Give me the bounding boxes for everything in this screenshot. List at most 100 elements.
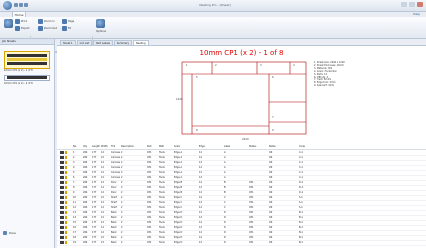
grain-icon (65, 176, 67, 179)
print-icon[interactable] (4, 19, 13, 28)
grain-icon (65, 201, 67, 204)
zoom-in-icon (38, 19, 43, 24)
grain-icon (65, 211, 67, 214)
printer-icon (15, 19, 20, 24)
grain-icon (65, 226, 67, 229)
part-label: 5 (196, 75, 198, 79)
column-header[interactable]: Grain (174, 144, 180, 149)
table-cell: 177 (92, 241, 97, 244)
part-label: 2 (215, 63, 217, 67)
thumbnail-caption: 10mm CP1 (x 2) - 1 of 8 (4, 69, 33, 72)
table-cell: Tools (159, 241, 165, 244)
parts-grid: No. Qty Length Width Thk Description Part Matl G… (57, 144, 426, 248)
part-label: 6 (272, 75, 274, 79)
zoom-in-button[interactable]: Zoom In (38, 19, 55, 24)
options-icon[interactable] (96, 19, 105, 28)
column-header[interactable]: Matl (159, 144, 164, 149)
window-title: Nesting Pro - [Sheet] (199, 3, 231, 7)
part-icon (60, 181, 64, 184)
part-icon (60, 196, 64, 199)
table-cell: 19 (73, 241, 76, 244)
save-icon[interactable] (14, 3, 18, 7)
redo-icon[interactable] (24, 3, 28, 7)
column-header[interactable]: Notes (269, 144, 276, 149)
part-label: 9 (272, 128, 274, 132)
grain-icon (65, 216, 67, 219)
part-label: 8 (196, 128, 198, 132)
thumbnail-caption: 10mm CP1 (x 2) - 2 of 8 (4, 82, 33, 85)
column-header[interactable]: Width (101, 144, 108, 149)
sheet-thumbnail-1[interactable] (4, 51, 50, 69)
options-button[interactable]: Options (96, 30, 106, 33)
dimension-label: 1220 (176, 97, 183, 101)
export-button[interactable]: Export (15, 26, 30, 31)
part-icon (60, 226, 64, 229)
fit-icon (62, 26, 67, 31)
grain-icon (65, 151, 67, 154)
part-icon (60, 191, 64, 194)
minimize-button[interactable] (401, 2, 407, 7)
table-cell: 12 (199, 241, 202, 244)
zoom-out-icon (38, 26, 43, 31)
grain-icon (65, 156, 67, 159)
part-icon (60, 221, 64, 224)
grain-icon (65, 191, 67, 194)
part-icon (60, 231, 64, 234)
thumbnail-strip (7, 54, 47, 57)
column-header[interactable]: Label (224, 144, 230, 149)
undo-icon[interactable] (19, 3, 23, 7)
table-cell: Edge D (174, 241, 183, 244)
grain-icon (65, 196, 67, 199)
part-icon (60, 236, 64, 239)
application-menu-button[interactable] (3, 1, 12, 10)
sheet-notes: 1. Sheet size: 2440 x 1220 2. Sheet thic… (314, 61, 414, 88)
status-indicator: Done (3, 231, 16, 235)
fit-button[interactable]: Fit (62, 26, 71, 31)
column-header[interactable]: Status (249, 144, 256, 149)
window-controls (401, 2, 423, 7)
part-icon (60, 186, 64, 189)
part-label: 1 (186, 63, 188, 67)
grain-icon (65, 206, 67, 209)
print-button[interactable]: Print (15, 19, 27, 24)
table-cell: Back (111, 241, 117, 244)
zoom-out-button[interactable]: Zoom Out (38, 26, 57, 31)
part-label: 4 (293, 63, 295, 67)
grain-icon (65, 171, 67, 174)
table-row[interactable]: 19 264 177 12 Back 2 CP1 Tools Edge D 12 D CP1 OK B-1 (57, 240, 426, 246)
help-link[interactable]: Help (413, 12, 420, 16)
table-cell: B-1 (299, 241, 303, 244)
page-button[interactable]: Page (62, 19, 74, 24)
part-icon (60, 171, 64, 174)
part-icon (60, 211, 64, 214)
grain-icon (65, 241, 67, 244)
grain-icon (65, 181, 67, 184)
part-label: 7 (272, 115, 274, 119)
export-icon (15, 26, 20, 31)
maximize-button[interactable] (409, 2, 415, 7)
done-icon (3, 231, 7, 235)
column-header[interactable]: Part (147, 144, 152, 149)
grain-icon (65, 221, 67, 224)
page-icon (62, 19, 67, 24)
column-header[interactable]: Length (92, 144, 100, 149)
part-icon (60, 176, 64, 179)
thumbnail-strip (7, 62, 47, 65)
column-header[interactable]: Qty (83, 144, 87, 149)
job-sheets-pane: Job Sheets 10mm CP1 (x 2) - 1 of 8 10mm … (0, 39, 55, 248)
column-header[interactable]: No. (73, 144, 77, 149)
column-header[interactable]: Edge (199, 144, 205, 149)
table-cell: 2 (121, 241, 123, 244)
sheet-preview: 10mm CP1 (x 2) - 1 of 8 1 2 3 4 5 6 7 8 … (57, 45, 426, 145)
column-header[interactable]: Code (299, 144, 305, 149)
part-icon (60, 206, 64, 209)
nesting-drawing: 1 2 3 4 5 6 7 8 9 2440 1220 (176, 61, 307, 141)
column-header[interactable]: Description (121, 144, 134, 149)
table-cell: CP1 (249, 241, 254, 244)
column-header[interactable]: Thk (111, 144, 115, 149)
note-line: 9. Saw kerf: 4mm (314, 84, 335, 88)
dimension-label: 2440 (242, 137, 249, 141)
sheet-thumbnail-2[interactable] (4, 75, 50, 81)
close-button[interactable] (417, 2, 423, 7)
part-icon (60, 166, 64, 169)
